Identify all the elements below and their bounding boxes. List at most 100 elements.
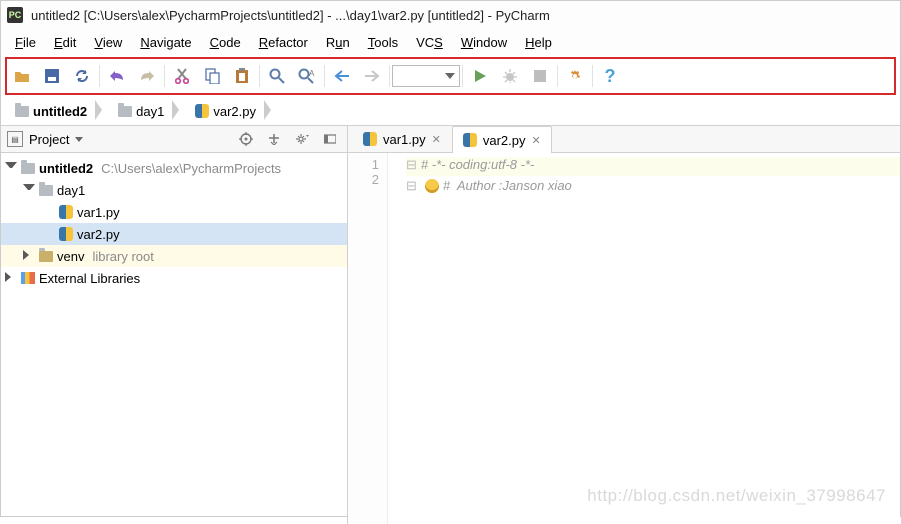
dropdown-icon[interactable] <box>75 137 83 142</box>
code-text: # Author :Janson xiao <box>443 178 572 193</box>
folder-icon <box>39 251 53 262</box>
chevron-icon <box>91 100 102 123</box>
editor-tabs: var1.py ✕ var2.py ✕ <box>348 125 900 153</box>
settings-icon[interactable] <box>560 63 590 89</box>
help-icon[interactable]: ? <box>595 63 625 89</box>
main-toolbar: A ? <box>7 61 894 91</box>
tab-label: var1.py <box>383 132 426 147</box>
breadcrumb-item-folder[interactable]: day1 <box>114 98 187 125</box>
copy-icon[interactable] <box>197 63 227 89</box>
tree-label: day1 <box>57 183 85 198</box>
pycharm-icon: PC <box>7 7 23 23</box>
python-file-icon <box>59 227 73 241</box>
python-file-icon <box>463 133 477 147</box>
project-panel-header: ▤ Project <box>1 125 347 153</box>
tab-var1[interactable]: var1.py ✕ <box>352 125 452 152</box>
gear-icon[interactable] <box>291 128 313 150</box>
menu-view[interactable]: View <box>86 32 130 53</box>
cut-icon[interactable] <box>167 63 197 89</box>
breadcrumb-label: untitled2 <box>33 104 87 119</box>
project-panel-title: Project <box>29 132 69 147</box>
tree-folder-venv[interactable]: venv library root <box>1 245 347 267</box>
tree-external-libraries[interactable]: External Libraries <box>1 267 347 289</box>
breadcrumb-label: var2.py <box>213 104 256 119</box>
project-view-icon[interactable]: ▤ <box>7 131 23 147</box>
close-icon[interactable]: ✕ <box>432 133 441 146</box>
menu-navigate[interactable]: Navigate <box>132 32 199 53</box>
menu-file[interactable]: File <box>7 32 44 53</box>
debug-icon[interactable] <box>495 63 525 89</box>
run-icon[interactable] <box>465 63 495 89</box>
project-sidebar: ▤ Project untitled2 C:\Users\alex\Pychar… <box>1 125 348 524</box>
menu-vcs[interactable]: VCS <box>408 32 451 53</box>
window-title: untitled2 [C:\Users\alex\PycharmProjects… <box>31 8 550 23</box>
stop-icon[interactable] <box>525 63 555 89</box>
tree-label: venv <box>57 249 84 264</box>
code-text: # -*- coding:utf-8 -*- <box>421 157 534 172</box>
menu-refactor[interactable]: Refactor <box>251 32 316 53</box>
menu-code[interactable]: Code <box>202 32 249 53</box>
tree-root[interactable]: untitled2 C:\Users\alex\PycharmProjects <box>1 157 347 179</box>
line-gutter: 1 2 <box>348 153 388 524</box>
chevron-icon <box>168 100 179 123</box>
python-file-icon <box>59 205 73 219</box>
hide-panel-icon[interactable] <box>319 128 341 150</box>
tree-path: C:\Users\alex\PycharmProjects <box>101 161 281 176</box>
close-icon[interactable]: ✕ <box>532 134 541 147</box>
tab-var2[interactable]: var2.py ✕ <box>452 126 552 153</box>
libraries-icon <box>21 272 35 284</box>
find-icon[interactable] <box>262 63 292 89</box>
main-split: ▤ Project untitled2 C:\Users\alex\Pychar… <box>1 125 900 524</box>
folder-icon <box>39 185 53 196</box>
code-area[interactable]: ⊟# -*- coding:utf-8 -*- ⊟ # Author :Janso… <box>388 153 900 524</box>
nav-forward-icon[interactable] <box>357 63 387 89</box>
save-icon[interactable] <box>37 63 67 89</box>
caret-icon[interactable] <box>23 184 35 196</box>
tree-label: External Libraries <box>39 271 140 286</box>
menu-help[interactable]: Help <box>517 32 560 53</box>
tree-folder-day1[interactable]: day1 <box>1 179 347 201</box>
redo-icon[interactable] <box>132 63 162 89</box>
tab-label: var2.py <box>483 133 526 148</box>
caret-icon[interactable] <box>23 250 35 262</box>
find-replace-icon[interactable]: A <box>292 63 322 89</box>
menu-bar: File Edit View Navigate Code Refactor Ru… <box>1 29 900 55</box>
caret-icon[interactable] <box>5 272 17 284</box>
undo-icon[interactable] <box>102 63 132 89</box>
tree-file-var2[interactable]: var2.py <box>1 223 347 245</box>
python-file-icon <box>363 132 377 146</box>
folder-icon <box>21 163 35 174</box>
menu-window[interactable]: Window <box>453 32 515 53</box>
menu-edit[interactable]: Edit <box>46 32 84 53</box>
collapse-all-icon[interactable] <box>263 128 285 150</box>
intention-bulb-icon[interactable] <box>425 179 439 193</box>
project-tree: untitled2 C:\Users\alex\PycharmProjects … <box>1 153 347 524</box>
fold-icon[interactable]: ⊟ <box>406 178 421 194</box>
tree-note: library root <box>92 249 153 264</box>
folder-icon <box>15 106 29 117</box>
tree-label: var1.py <box>77 205 120 220</box>
breadcrumb-bar: untitled2 day1 var2.py <box>1 97 900 125</box>
sync-icon[interactable] <box>67 63 97 89</box>
svg-text:A: A <box>309 69 315 78</box>
folder-icon <box>118 106 132 117</box>
chevron-icon <box>260 100 271 123</box>
caret-icon[interactable] <box>5 162 17 174</box>
menu-tools[interactable]: Tools <box>360 32 406 53</box>
menu-run[interactable]: Run <box>318 32 358 53</box>
open-icon[interactable] <box>7 63 37 89</box>
breadcrumb-item-project[interactable]: untitled2 <box>11 98 110 125</box>
line-number: 1 <box>348 157 379 172</box>
tree-label: untitled2 <box>39 161 93 176</box>
run-config-dropdown[interactable] <box>392 63 460 89</box>
tree-file-var1[interactable]: var1.py <box>1 201 347 223</box>
window-titlebar: PC untitled2 [C:\Users\alex\PycharmProje… <box>1 1 900 29</box>
locate-icon[interactable] <box>235 128 257 150</box>
breadcrumb-item-file[interactable]: var2.py <box>191 98 279 125</box>
nav-back-icon[interactable] <box>327 63 357 89</box>
code-editor[interactable]: 1 2 ⊟# -*- coding:utf-8 -*- ⊟ # Author :J… <box>348 153 900 524</box>
toolbar-highlight-box: A ? <box>5 57 896 95</box>
paste-icon[interactable] <box>227 63 257 89</box>
python-file-icon <box>195 104 209 118</box>
fold-icon[interactable]: ⊟ <box>406 157 421 172</box>
